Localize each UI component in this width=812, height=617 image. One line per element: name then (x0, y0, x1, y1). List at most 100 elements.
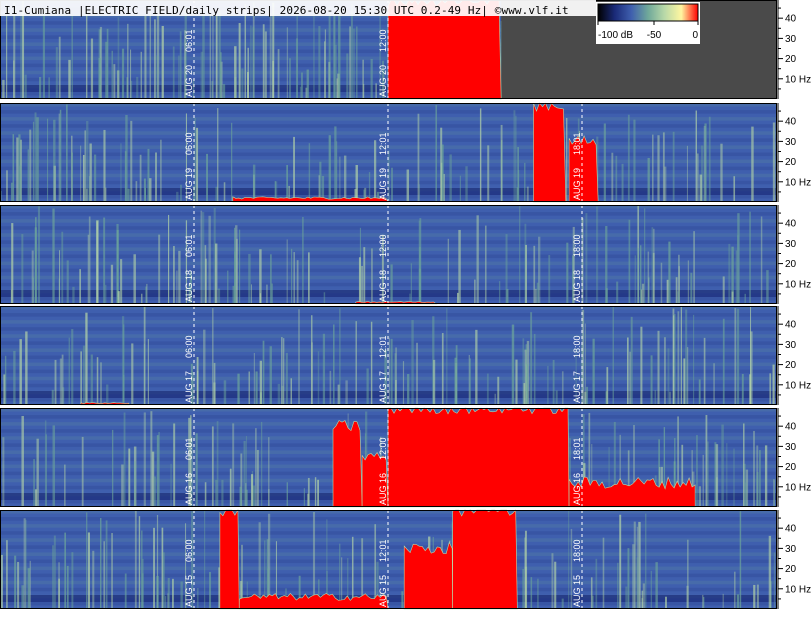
strip-streak (484, 225, 487, 304)
strip-streak (143, 412, 146, 507)
strip-streak (285, 352, 288, 405)
strip-streak (513, 110, 516, 202)
strip-streak (465, 166, 468, 202)
strip-streak (158, 234, 161, 304)
strip-streak (298, 309, 300, 405)
strip-streak (728, 243, 731, 304)
strip-streak (143, 178, 146, 202)
spectrogram-chart: 06:01 AUG 20 12:00 AUG 20 40 30 20 10 Hz 06:00 AU… (0, 0, 812, 613)
marker-time-label: 18:01 (572, 437, 582, 460)
strip-streak (760, 216, 763, 304)
strip-streak (180, 184, 182, 202)
strip-streak (25, 331, 28, 405)
strip-streak (241, 68, 244, 99)
marker-date-label: AUG 19 (378, 168, 388, 200)
freq-tick-label: 10 Hz (785, 177, 811, 188)
strip-streak (697, 153, 699, 202)
strip-streak (37, 206, 41, 304)
saturation-region (452, 509, 518, 610)
strip-streak (641, 590, 644, 609)
strip-streak (687, 260, 689, 304)
strip-streak (139, 154, 142, 202)
strip-streak (715, 444, 719, 507)
strip-streak (110, 264, 114, 304)
strip-streak (667, 348, 670, 405)
strip-streak (500, 124, 503, 202)
strip-streak (363, 247, 366, 304)
strip-streak (344, 155, 347, 202)
strip-streak (660, 262, 663, 304)
strip-streak (90, 354, 93, 405)
strip-streak (89, 143, 92, 202)
strip-streak (585, 213, 588, 304)
strip-streak (339, 156, 341, 202)
strip-streak (515, 359, 518, 405)
strip-streak (663, 337, 666, 405)
strip-streak (533, 245, 536, 304)
strip-streak (592, 595, 594, 609)
strip-streak (141, 293, 143, 304)
strip-streak (138, 516, 141, 609)
strip-streak (744, 293, 746, 304)
strip-streak (244, 4, 246, 99)
marker-date-label: AUG 18 (184, 270, 194, 302)
freq-tick-label: 30 (785, 34, 797, 45)
strip-streak (701, 594, 704, 609)
strip-streak (124, 573, 127, 609)
strip-streak (71, 329, 74, 405)
strip-streak (234, 46, 237, 99)
strip-streak (13, 350, 16, 405)
marker-date-label: AUG 15 (572, 575, 582, 607)
strip-streak (229, 468, 232, 507)
strip-streak (629, 351, 631, 405)
marker-time-label: 06:00 (184, 132, 194, 155)
strip-streak (766, 270, 769, 304)
strip-streak (231, 122, 233, 202)
strip-streak (243, 440, 246, 507)
strip-streak (238, 23, 241, 99)
strip-streak (633, 119, 636, 202)
strip-streak (262, 340, 265, 405)
strip-streak (117, 17, 120, 100)
strip-streak (595, 206, 599, 304)
strip-streak (657, 330, 660, 405)
strip-streak (435, 104, 438, 202)
strip-streak (605, 225, 608, 304)
strip-streak (84, 130, 86, 202)
strip-streak (329, 370, 332, 405)
strip-streak (134, 510, 137, 609)
freq-tick-label: 40 (785, 117, 797, 128)
strip-streak (53, 535, 56, 609)
freq-tick-label: 30 (785, 544, 797, 555)
strip-streak (55, 47, 58, 99)
strip-streak (333, 13, 336, 100)
strip-streak (498, 281, 501, 304)
strip-streak (733, 176, 736, 202)
strip-streak (103, 217, 106, 304)
strip-streak (173, 246, 175, 304)
strip-streak (441, 333, 444, 405)
strip-streak (239, 486, 242, 507)
strip-streak (756, 471, 759, 507)
strip-streak (61, 231, 64, 304)
strip-streak (686, 145, 688, 202)
strip-streak (291, 248, 293, 304)
strip-streak (519, 205, 521, 304)
strip-streak (92, 550, 95, 609)
strip-streak (680, 306, 682, 405)
strip-streak (703, 337, 706, 405)
strip-streak (14, 555, 17, 609)
strip-streak (13, 2, 16, 99)
strip-streak (11, 223, 14, 304)
strip-streak (402, 361, 405, 405)
strip-streak (217, 108, 219, 202)
strip-streak (71, 15, 73, 100)
strip-streak (172, 46, 175, 99)
strip-aug-15: 06:00 AUG 15 12:01 AUG 15 18:00 AUG 15 40 30 20 1… (0, 508, 812, 610)
strip-streak (693, 314, 695, 405)
strip-streak (153, 527, 155, 609)
strip-streak (90, 38, 94, 99)
strip-streak (81, 436, 84, 507)
strip-streak (739, 511, 742, 609)
strip-streak (259, 249, 262, 304)
